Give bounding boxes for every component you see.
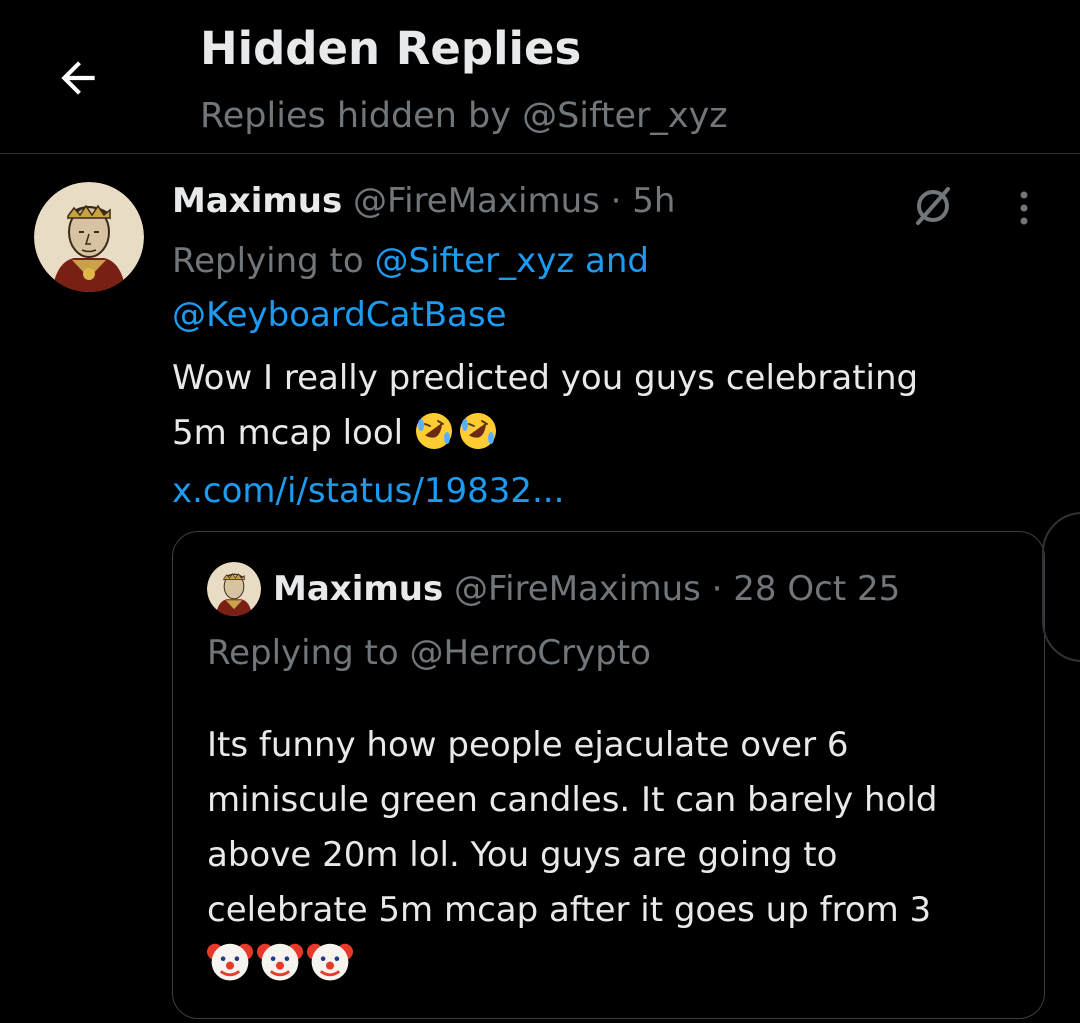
rolling-on-floor-laughing-emoji-icon	[415, 413, 452, 449]
tweet-time[interactable]: 5h	[632, 181, 675, 221]
quote-emoji-row	[207, 938, 1037, 993]
page-title: Hidden Replies	[200, 22, 582, 75]
replying-to-continued: @KeyboardCatBase	[172, 288, 507, 342]
header: Hidden Replies Replies hidden by @Sifter…	[0, 0, 1080, 154]
quote-text-line: celebrate 5m mcap after it goes up from …	[207, 890, 932, 930]
page-subtitle: Replies hidden by @Sifter_xyz	[200, 96, 728, 136]
tweet-text: Wow I really predicted you guys celebrat…	[172, 351, 1022, 461]
tweet-link[interactable]: x.com/i/status/19832...	[172, 464, 564, 519]
author-handle[interactable]: @FireMaximus	[353, 181, 600, 221]
quote-text-line: miniscule green candles. It can barely h…	[207, 780, 938, 820]
tweet-text-line-2-text: 5m mcap lool	[172, 413, 404, 453]
quote-text-line: above 20m lol. You guys are going to	[207, 835, 838, 875]
quote-text: Its funny how people ejaculate over 6 mi…	[207, 718, 1037, 993]
quote-avatar	[207, 562, 261, 616]
back-button[interactable]	[44, 44, 112, 112]
separator: ·	[610, 181, 622, 221]
quoted-tweet-card[interactable]: Maximus @FireMaximus · 28 Oct 25 Replyin…	[172, 531, 1045, 1019]
quote-header: Maximus @FireMaximus · 28 Oct 25	[273, 562, 900, 616]
hide-reply-button[interactable]	[905, 178, 961, 234]
hidden-reply-icon	[916, 187, 950, 225]
clown-face-emoji-icon	[257, 943, 303, 981]
clown-face-emoji-icon	[207, 943, 253, 981]
replying-to: Replying to @Sifter_xyz and	[172, 234, 649, 288]
rolling-on-floor-laughing-emoji-icon	[459, 413, 496, 449]
quote-author-name: Maximus	[273, 569, 444, 609]
avatar[interactable]	[34, 182, 144, 292]
tweet-text-line: Wow I really predicted you guys celebrat…	[172, 358, 919, 398]
quote-replying-to: Replying to @HerroCrypto	[207, 633, 651, 673]
replying-to-link[interactable]: @Sifter_xyz and	[375, 241, 650, 281]
more-vertical-icon	[1020, 191, 1028, 225]
replying-to-link-2[interactable]: @KeyboardCatBase	[172, 295, 507, 335]
quote-text-line: Its funny how people ejaculate over 6	[207, 725, 849, 765]
edge-scroll-indicator	[1042, 512, 1080, 662]
replying-prefix: Replying to	[172, 241, 364, 281]
clown-face-emoji-icon	[307, 943, 353, 981]
quote-separator: ·	[711, 569, 723, 609]
tweet-text-line-2: 5m mcap lool	[172, 406, 1022, 461]
tweet-header: Maximus @FireMaximus · 5h	[172, 176, 675, 226]
author-name[interactable]: Maximus	[172, 181, 342, 221]
quote-date: 28 Oct 25	[733, 569, 901, 609]
quote-author-handle: @FireMaximus	[454, 569, 701, 609]
more-options-button[interactable]	[1002, 180, 1046, 236]
arrow-left-icon	[61, 61, 95, 95]
